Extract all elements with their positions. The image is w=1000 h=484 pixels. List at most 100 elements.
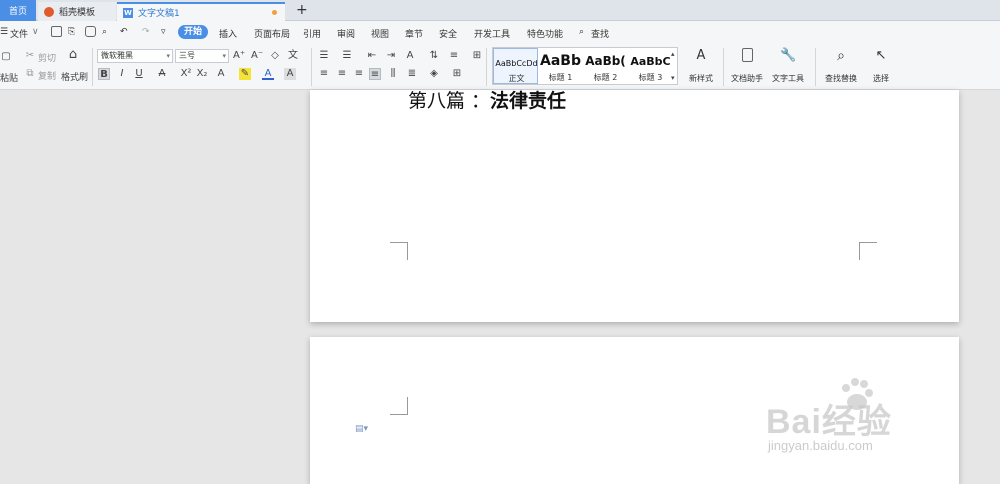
grow-font-icon[interactable]: A⁺: [233, 50, 245, 62]
paste-options-icon[interactable]: ▤▾: [355, 424, 368, 434]
numbered-list-icon[interactable]: ☰: [341, 50, 353, 62]
save-icon[interactable]: [51, 26, 62, 37]
undo-icon[interactable]: ↶: [120, 27, 128, 37]
align-center-icon[interactable]: ≡: [336, 68, 348, 80]
tab-home[interactable]: 首页: [0, 0, 36, 21]
paragraph-spacing-icon[interactable]: ≣: [406, 68, 418, 80]
menu-review[interactable]: 审阅: [337, 27, 355, 40]
doc-assistant-button[interactable]: 文档助手: [727, 48, 767, 86]
cut-label[interactable]: 剪切: [38, 51, 56, 64]
strikethrough-button[interactable]: A: [156, 68, 168, 80]
cursor-arrow-icon: ↖: [875, 48, 887, 63]
margin-corner-mark: [390, 242, 408, 260]
border-icon[interactable]: ⊞: [451, 68, 463, 80]
docer-logo-icon: [44, 6, 54, 17]
ribbon-divider: [723, 48, 724, 86]
text-tools-button[interactable]: 🔧 文字工具: [768, 48, 808, 86]
find-replace-button[interactable]: ⌕ 查找替换: [821, 48, 861, 86]
font-color-icon[interactable]: A: [262, 68, 274, 80]
watermark-url: jingyan.baidu.com: [768, 438, 873, 453]
font-size-value: 三号: [179, 51, 195, 60]
search-icon[interactable]: ⌕: [579, 27, 584, 37]
tab-document[interactable]: W 文字文稿1: [117, 2, 285, 21]
text-effect-icon[interactable]: A: [215, 68, 227, 80]
style-normal[interactable]: AaBbCcDd 正文: [493, 48, 538, 84]
document-page[interactable]: 第八篇 ：法律责任: [310, 90, 959, 322]
print-icon[interactable]: [85, 26, 96, 37]
menu-chapter[interactable]: 章节: [405, 27, 423, 40]
chevron-down-icon: ▾: [222, 52, 226, 60]
format-painter-label[interactable]: 格式刷: [61, 70, 88, 83]
shrink-font-icon[interactable]: A⁻: [251, 50, 263, 62]
style-heading-1[interactable]: AaBb 标题 1: [538, 48, 583, 84]
text-direction-icon[interactable]: A: [404, 50, 416, 62]
style-name: 正文: [508, 74, 525, 83]
shading-icon[interactable]: ◈: [428, 68, 440, 80]
ribbon-divider: [311, 48, 312, 86]
menu-start[interactable]: 开始: [178, 25, 208, 39]
superscript-button[interactable]: X²: [180, 68, 192, 80]
justify-icon[interactable]: ≡: [369, 68, 381, 80]
clear-format-icon[interactable]: ◇: [269, 50, 281, 62]
style-preview: AaBb: [540, 53, 581, 69]
style-gallery: AaBbCcDd 正文 AaBb 标题 1 AaBb( 标题 2 AaBbC 标…: [492, 47, 678, 85]
copy-icon[interactable]: ⧉: [24, 68, 36, 80]
cut-icon[interactable]: ✂: [24, 50, 36, 62]
copy-label[interactable]: 复制: [38, 69, 56, 82]
format-painter-icon[interactable]: ⌂: [67, 48, 79, 61]
table-icon[interactable]: ⊞: [471, 50, 483, 62]
watermark-brand: Bai经验: [766, 403, 892, 441]
menu-search[interactable]: 查找: [591, 27, 609, 40]
paste-label[interactable]: 粘贴: [0, 71, 18, 84]
menu-features[interactable]: 特色功能: [527, 27, 563, 40]
heading-bold-text: 法律责任: [490, 90, 567, 112]
document-heading[interactable]: 第八篇 ：法律责任: [408, 86, 566, 113]
menu-view[interactable]: 视图: [371, 27, 389, 40]
customize-icon[interactable]: ▿: [161, 27, 166, 37]
align-right-icon[interactable]: ≡: [353, 68, 365, 80]
font-size-select[interactable]: 三号 ▾: [175, 49, 229, 63]
decrease-indent-icon[interactable]: ⇤: [366, 50, 378, 62]
wrench-icon: 🔧: [780, 48, 797, 63]
print-preview-icon[interactable]: ⌕: [102, 27, 107, 37]
highlight-icon[interactable]: ✎: [239, 68, 251, 80]
new-tab-button[interactable]: +: [296, 2, 308, 19]
redo-icon[interactable]: ↷: [142, 27, 150, 37]
distribute-icon[interactable]: ⫼: [387, 68, 399, 80]
tab-home-label: 首页: [8, 7, 27, 17]
menu-references[interactable]: 引用: [303, 27, 321, 40]
underline-button[interactable]: U: [133, 68, 145, 80]
increase-indent-icon[interactable]: ⇥: [385, 50, 397, 62]
gallery-scroll-up-icon[interactable]: ▴: [671, 50, 675, 58]
paste-icon[interactable]: ▢: [0, 51, 12, 63]
margin-corner-mark: [859, 242, 877, 260]
phonetic-icon[interactable]: 文: [287, 50, 299, 62]
new-style-button[interactable]: A 新样式: [681, 48, 721, 86]
bold-button[interactable]: B: [98, 68, 110, 80]
line-spacing-icon[interactable]: ≡: [448, 50, 460, 62]
export-icon[interactable]: ⎘: [68, 27, 75, 37]
gallery-expand-icon[interactable]: ▾: [671, 74, 675, 82]
bullet-list-icon[interactable]: ☰: [318, 50, 330, 62]
italic-button[interactable]: I: [116, 68, 128, 80]
align-left-icon[interactable]: ≡: [318, 68, 330, 80]
select-button[interactable]: ↖ 选择: [861, 48, 901, 86]
subscript-button[interactable]: X₂: [196, 68, 208, 80]
tab-template[interactable]: 稻壳模板: [38, 2, 116, 21]
menu-developer[interactable]: 开发工具: [474, 27, 510, 40]
style-heading-2[interactable]: AaBb( 标题 2: [583, 48, 628, 84]
style-preview: AaBbC: [630, 55, 671, 68]
hamburger-icon[interactable]: ☰: [0, 27, 8, 37]
menu-insert[interactable]: 插入: [219, 27, 237, 40]
sort-icon[interactable]: ⇅: [428, 50, 440, 62]
text-tools-label: 文字工具: [772, 74, 804, 83]
menu-security[interactable]: 安全: [439, 27, 457, 40]
char-shading-icon[interactable]: A: [284, 68, 296, 80]
font-name-select[interactable]: 微软雅黑 ▾: [97, 49, 173, 63]
menu-file[interactable]: 文件: [10, 27, 28, 40]
chevron-down-icon[interactable]: ∨: [32, 27, 39, 37]
ribbon-divider: [92, 48, 93, 86]
style-heading-3[interactable]: AaBbC 标题 3: [628, 48, 673, 84]
new-style-label: 新样式: [689, 74, 713, 83]
menu-page-layout[interactable]: 页面布局: [254, 27, 290, 40]
